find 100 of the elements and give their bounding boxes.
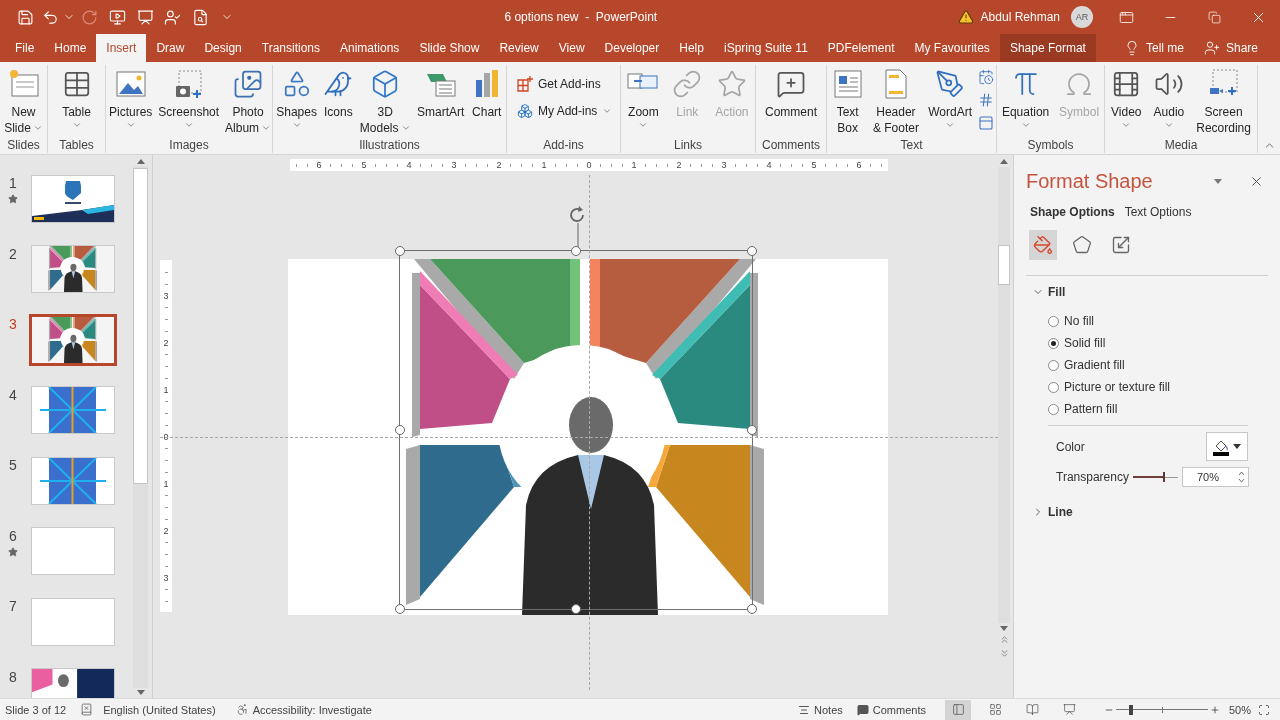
radio-button[interactable] xyxy=(1048,337,1059,349)
slide-thumbnail[interactable] xyxy=(31,456,115,505)
calendar-clock-icon[interactable] xyxy=(978,69,995,85)
scrollbar-track[interactable] xyxy=(998,167,1010,623)
pane-options-icon[interactable] xyxy=(1214,178,1222,184)
normal-view-button[interactable] xyxy=(945,699,972,720)
ribbon-tab[interactable]: View xyxy=(548,34,595,62)
zoom-button[interactable]: Zoom xyxy=(624,65,663,130)
document-search-icon[interactable] xyxy=(191,8,209,26)
header-footer-button[interactable]: Header & Footer xyxy=(869,65,922,136)
ribbon-tab[interactable]: Design xyxy=(194,34,252,62)
shapes-button[interactable]: Shapes xyxy=(273,65,320,130)
radio-button[interactable] xyxy=(1048,359,1059,371)
ribbon-tab[interactable]: Developer xyxy=(594,34,670,62)
save-icon[interactable] xyxy=(16,8,34,26)
fill-option[interactable]: Solid fill xyxy=(1048,332,1171,354)
scroll-up-icon[interactable] xyxy=(136,159,145,164)
warning-icon[interactable] xyxy=(957,9,974,25)
comment-button[interactable]: Comment xyxy=(762,65,820,120)
section-header[interactable]: Line xyxy=(1026,504,1073,520)
text-box-button[interactable]: Text Box xyxy=(828,65,867,136)
3d-models-button[interactable]: 3D Models xyxy=(356,65,414,136)
ribbon-tab[interactable]: Shape Format xyxy=(999,34,1096,62)
user-name[interactable]: Abdul Rehman xyxy=(980,10,1060,24)
resize-handle[interactable] xyxy=(395,604,405,614)
ribbon-display-icon[interactable] xyxy=(1118,9,1134,25)
resize-handle[interactable] xyxy=(747,246,757,256)
fill-option[interactable]: Gradient fill xyxy=(1048,354,1171,376)
ribbon-tab[interactable]: Transitions xyxy=(251,34,330,62)
screenshot-button[interactable]: Screenshot xyxy=(155,65,223,130)
radio-button[interactable] xyxy=(1048,403,1059,415)
zoom-slider-thumb[interactable] xyxy=(1128,704,1133,715)
accessibility-status[interactable]: Accessibility: Investigate xyxy=(252,703,372,716)
slide-thumbnail[interactable] xyxy=(31,527,115,575)
icons-button[interactable]: Icons xyxy=(320,65,357,120)
ribbon-tab[interactable]: My Favourites xyxy=(904,34,1000,62)
slide-thumbnail[interactable] xyxy=(31,386,115,434)
zoom-in-icon[interactable] xyxy=(1209,704,1220,715)
ribbon-tab[interactable]: Review xyxy=(489,34,549,62)
presentation-icon[interactable] xyxy=(136,8,154,26)
smartart-button[interactable]: SmartArt xyxy=(413,65,468,120)
slide-thumbnail[interactable] xyxy=(31,174,115,223)
slide-thumbnail[interactable] xyxy=(31,245,115,293)
panel-top-icon[interactable] xyxy=(978,115,995,131)
scroll-down-icon[interactable] xyxy=(136,690,145,695)
user-check-icon[interactable] xyxy=(163,8,181,26)
chart-button[interactable]: Chart xyxy=(467,65,506,120)
wordart-button[interactable]: WordArt xyxy=(925,65,976,130)
ribbon-tab[interactable]: iSpring Suite 11 xyxy=(713,34,818,62)
ribbon-tab[interactable]: Slide Show xyxy=(409,34,490,62)
color-picker-button[interactable] xyxy=(1206,432,1248,461)
section-header[interactable]: Fill xyxy=(1026,284,1066,300)
new-slide-button[interactable]: New Slide xyxy=(1,65,46,136)
video-button[interactable]: Video xyxy=(1108,65,1145,130)
audio-button[interactable]: Audio xyxy=(1150,65,1188,130)
slide-thumbnail[interactable] xyxy=(29,313,117,366)
scrollbar-track[interactable] xyxy=(133,166,148,688)
user-avatar[interactable]: AR xyxy=(1071,6,1093,28)
slide-thumbnail[interactable] xyxy=(31,597,115,646)
scroll-down-icon[interactable] xyxy=(1000,626,1008,631)
ribbon-tab[interactable]: PDFelement xyxy=(817,34,905,62)
pane-tab[interactable]: Text Options xyxy=(1124,203,1192,221)
ribbon-tab[interactable]: Draw xyxy=(146,34,195,62)
notes-button[interactable]: Notes xyxy=(798,703,843,716)
transparency-input[interactable]: 70% xyxy=(1181,467,1249,487)
resize-handle[interactable] xyxy=(571,604,581,614)
radio-button[interactable] xyxy=(1048,381,1059,393)
share-button[interactable]: Share xyxy=(1193,34,1280,62)
fit-to-window-icon[interactable] xyxy=(1258,703,1270,716)
scroll-up-icon[interactable] xyxy=(1000,159,1008,164)
my-add-ins-button[interactable]: My Add-ins xyxy=(515,101,615,121)
resize-handle[interactable] xyxy=(395,246,405,256)
radio-button[interactable] xyxy=(1048,315,1059,327)
hash-icon[interactable] xyxy=(978,92,995,108)
tell-me-button[interactable]: Tell me xyxy=(1113,34,1194,62)
comments-button[interactable]: Comments xyxy=(856,703,926,716)
zoom-level[interactable]: 50% xyxy=(1228,703,1251,716)
screen-recording-button[interactable]: Screen Recording xyxy=(1193,65,1254,136)
undo-icon[interactable] xyxy=(41,8,59,26)
monitor-play-icon[interactable] xyxy=(108,8,126,26)
restore-icon[interactable] xyxy=(1207,10,1221,24)
accessibility-icon[interactable] xyxy=(235,703,249,716)
fill-option[interactable]: Pattern fill xyxy=(1048,398,1171,420)
fill-line-tab[interactable] xyxy=(1029,230,1057,260)
resize-handle[interactable] xyxy=(571,246,581,256)
table-button[interactable]: Table xyxy=(58,65,95,130)
scrollbar-thumb[interactable] xyxy=(998,245,1010,285)
scrollbar-thumb[interactable] xyxy=(133,168,148,484)
equation-button[interactable]: Equation xyxy=(998,65,1053,130)
resize-handle[interactable] xyxy=(747,425,757,435)
pictures-button[interactable]: Pictures xyxy=(106,65,156,130)
language-indicator[interactable]: English (United States) xyxy=(103,703,216,716)
resize-handle[interactable] xyxy=(747,604,757,614)
ribbon-tab[interactable]: Insert xyxy=(96,34,147,62)
fill-option[interactable]: Picture or texture fill xyxy=(1048,376,1171,398)
slide-counter[interactable]: Slide 3 of 12 xyxy=(5,703,67,716)
ribbon-tab[interactable]: File xyxy=(5,34,45,62)
ribbon-tab[interactable]: Home xyxy=(44,34,97,62)
book-x-icon[interactable] xyxy=(80,703,94,716)
fill-option[interactable]: No fill xyxy=(1048,310,1171,332)
